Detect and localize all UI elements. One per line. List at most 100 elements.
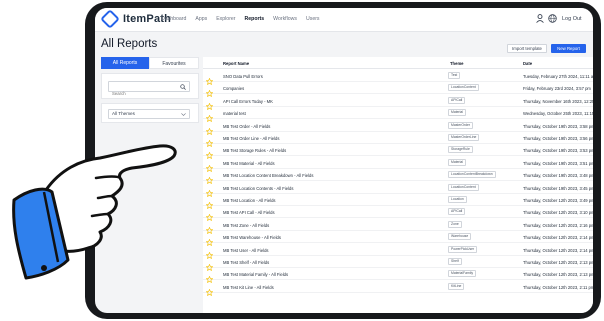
table-row[interactable]: material test Material Wednesday, October … xyxy=(203,107,593,123)
theme-badge: APICall xyxy=(448,96,466,104)
theme-badge: Location xyxy=(448,196,467,203)
theme-badge: Material xyxy=(448,109,467,117)
nav-workflows[interactable]: Workflows xyxy=(273,16,297,22)
report-date: Friday, February 23rd 2024, 3:57 pm xyxy=(523,86,591,92)
table-row[interactable]: MB Test User - All Fields PowerPickUser Th… xyxy=(203,244,593,259)
header-theme[interactable]: Theme xyxy=(450,61,464,66)
theme-filter-panel: All Themes xyxy=(101,103,199,123)
theme-badge: MaterialFamily xyxy=(448,270,477,278)
table-row[interactable]: MB Test Order Line - All Fields MasterOrd… xyxy=(203,132,593,148)
sidebar: All Reports Favourites All Themes xyxy=(101,57,199,123)
report-name[interactable]: MB Test Order - All Fields xyxy=(223,124,270,129)
table-row[interactable]: API Call Errors Today - MK APICall Thursda… xyxy=(203,95,593,111)
report-name[interactable]: Companies xyxy=(223,86,244,91)
nav-dashboard[interactable]: Dashboard xyxy=(161,16,186,22)
table-row[interactable]: SNO Data Pull Errors Test Tuesday, Februar… xyxy=(203,70,593,86)
shirt-sleeve xyxy=(12,187,70,280)
report-name[interactable]: material test xyxy=(223,111,246,116)
theme-badge: Warehouse xyxy=(448,233,472,241)
report-name[interactable]: MB Test Location Content Breakdown - All… xyxy=(223,173,313,178)
table-row[interactable]: Companies LocationContent Friday, February… xyxy=(203,82,593,98)
report-name[interactable]: MB Test Location - All Fields xyxy=(223,198,276,203)
report-name[interactable]: MB Test Storage Rules - All Fields xyxy=(223,148,286,153)
search-icon[interactable] xyxy=(180,84,186,90)
nav-explorer[interactable]: Explorer xyxy=(216,16,235,22)
report-name[interactable]: MB Test Material - All Fields xyxy=(223,161,275,166)
table-header: Report Name Theme Date xyxy=(203,57,593,69)
report-name[interactable]: MB Test User - All Fields xyxy=(223,248,269,253)
table-row[interactable]: MB Test Shelf - All Fields Shelf Thursday,… xyxy=(203,256,593,272)
theme-select[interactable]: All Themes xyxy=(108,109,190,119)
app-screen: ItemPath Dashboard Apps Explorer Reports… xyxy=(95,8,593,313)
favorite-star-icon[interactable] xyxy=(205,283,214,301)
table-row[interactable]: MB Test Storage Rules - All Fields Storag… xyxy=(203,144,593,160)
nav-users[interactable]: Users xyxy=(306,16,320,22)
report-name[interactable]: MB Test Shelf - All Fields xyxy=(223,260,269,265)
tab-favourites[interactable]: Favourites xyxy=(149,57,199,69)
logout-link[interactable]: Log Out xyxy=(562,16,582,22)
search-input[interactable] xyxy=(109,89,179,98)
report-date: Thursday, November 16th 2023, 12:25 pm xyxy=(523,98,593,104)
new-report-button[interactable]: New Report xyxy=(551,44,586,53)
cuff-button xyxy=(41,265,47,271)
import-template-button[interactable]: Import template xyxy=(507,44,547,53)
report-name[interactable]: MB Test Zone - All Fields xyxy=(223,223,269,228)
theme-badge: StorageRule xyxy=(448,146,473,154)
report-date: Thursday, October 19th 2023, 3:45 pm xyxy=(523,185,593,191)
table-row[interactable]: MB Test Location Contents - All Fields Lo… xyxy=(203,182,593,197)
header-report-name[interactable]: Report Name xyxy=(223,61,249,66)
user-icon[interactable] xyxy=(536,14,544,23)
reports-table: Report Name Theme Date SNO Data Pull Err… xyxy=(203,57,593,313)
report-date: Thursday, October 12th 2023, 2:14 pm xyxy=(523,235,593,241)
report-name[interactable]: MB Test API Call - All Fields xyxy=(223,210,275,215)
report-date: Thursday, October 12th 2023, 3:49 pm xyxy=(523,198,593,203)
report-name[interactable]: MB Test Material Family - All Fields xyxy=(223,272,288,277)
report-name[interactable]: MB Test Order Line - All Fields xyxy=(223,136,279,141)
nav-reports[interactable]: Reports xyxy=(245,16,265,22)
chevron-down-icon xyxy=(181,113,186,116)
top-icons xyxy=(536,14,561,23)
report-date: Thursday, October 19th 2023, 3:53 pm xyxy=(523,148,593,154)
sleeve-cuff-line xyxy=(42,191,60,263)
table-row[interactable]: MB Test Order - All Fields MasterOrder Thu… xyxy=(203,120,593,135)
header-date[interactable]: Date xyxy=(523,61,532,66)
table-row[interactable]: MB Test Zone - All Fields Zone Thursday, O… xyxy=(203,219,593,235)
report-name[interactable]: API Call Errors Today - MK xyxy=(223,99,273,104)
report-date: Thursday, October 12th 2023, 2:14 pm xyxy=(523,247,593,253)
table-row[interactable]: MB Test Kit Line - All Fields KitLine Thur… xyxy=(203,281,593,297)
report-name[interactable]: MB Test Location Contents - All Fields xyxy=(223,186,293,191)
table-row[interactable]: MB Test Location - All Fields Location Thu… xyxy=(203,194,593,210)
theme-badge: Material xyxy=(448,158,467,166)
search-field[interactable] xyxy=(108,81,190,98)
table-row[interactable]: MB Test Warehouse - All Fields Warehouse T… xyxy=(203,231,593,247)
report-date: Thursday, October 12th 2023, 2:11 pm xyxy=(523,284,593,290)
report-date: Thursday, October 19th 2023, 3:48 pm xyxy=(523,173,593,179)
table-row[interactable]: MB Test Location Content Breakdown - All… xyxy=(203,169,593,185)
theme-badge: PowerPickUser xyxy=(448,245,478,253)
theme-badge: MasterOrder xyxy=(448,121,474,129)
report-date: Thursday, October 12th 2023, 2:13 pm xyxy=(523,260,593,265)
table-row[interactable]: MB Test Material - All Fields Material Thu… xyxy=(203,157,593,173)
tab-all-reports[interactable]: All Reports xyxy=(101,57,149,69)
report-date: Thursday, October 12th 2023, 3:10 pm xyxy=(523,210,593,216)
nav-apps[interactable]: Apps xyxy=(195,16,207,22)
table-row[interactable]: MB Test Material Family - All Fields Mate… xyxy=(203,268,593,284)
globe-icon[interactable] xyxy=(548,14,557,23)
theme-select-value: All Themes xyxy=(112,111,135,116)
search-panel xyxy=(101,73,199,99)
theme-badge: LocationContent xyxy=(448,183,479,191)
report-name[interactable]: MB Test Kit Line - All Fields xyxy=(223,285,274,290)
report-date: Thursday, October 19th 2023, 3:56 pm xyxy=(523,136,593,141)
theme-badge: Zone xyxy=(448,220,462,228)
report-date: Tuesday, February 27th 2024, 11:11 am xyxy=(523,74,593,79)
report-name[interactable]: MB Test Warehouse - All Fields xyxy=(223,235,281,240)
theme-badge: APICall xyxy=(448,208,466,216)
table-row[interactable]: MB Test API Call - All Fields APICall Thur… xyxy=(203,206,593,222)
logo-mark-icon xyxy=(100,9,120,29)
theme-badge: LocationContentBreakdown xyxy=(448,171,496,179)
report-date: Thursday, October 12th 2023, 2:16 pm xyxy=(523,222,593,228)
theme-badge: Shelf xyxy=(448,258,462,265)
report-date: Thursday, October 19th 2023, 3:58 pm xyxy=(523,123,593,129)
report-name[interactable]: SNO Data Pull Errors xyxy=(223,74,263,79)
main-nav: Dashboard Apps Explorer Reports Workflow… xyxy=(161,16,329,22)
